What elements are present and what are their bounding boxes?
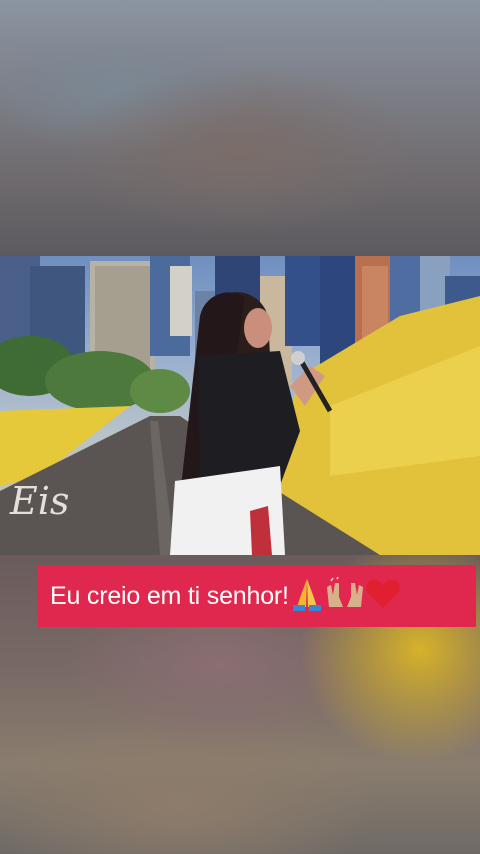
praying-hands-icon xyxy=(289,577,325,615)
red-heart-icon xyxy=(365,578,401,614)
raised-hands-icon xyxy=(325,576,365,615)
caption-text: Eu creio em ti senhor! xyxy=(50,581,289,610)
video-player[interactable]: Eis xyxy=(0,256,480,555)
video-frame-scene: Eis xyxy=(0,256,480,555)
overlay-script-text: Eis xyxy=(9,479,69,523)
blurred-background-top xyxy=(0,0,480,256)
caption-banner: Eu creio em ti senhor! xyxy=(38,565,476,627)
